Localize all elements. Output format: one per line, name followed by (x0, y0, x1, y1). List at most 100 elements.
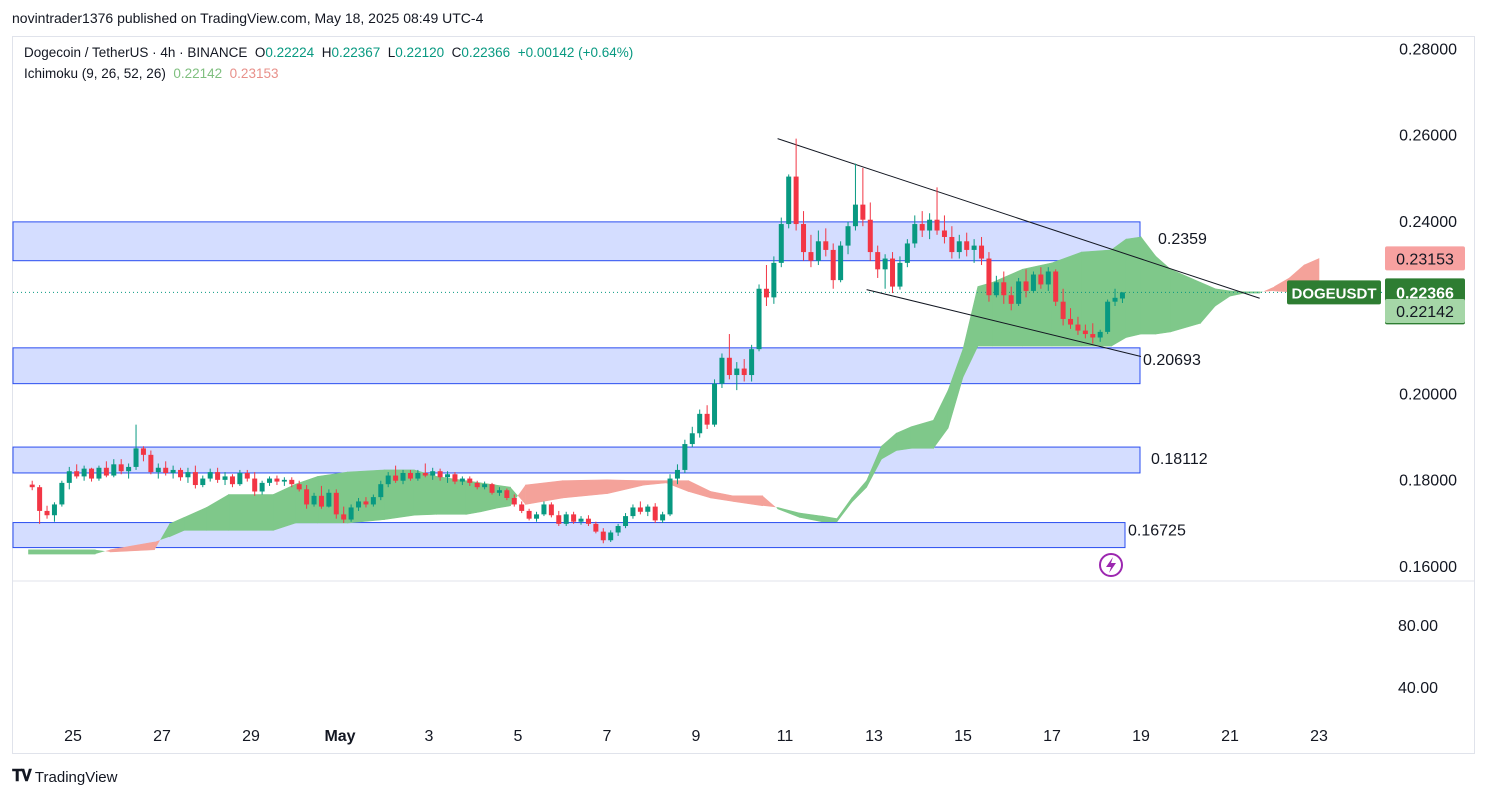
candle-body (719, 357, 725, 384)
candle-body (979, 245, 985, 259)
ichimoku-cloud-bear-segment (688, 480, 712, 499)
candle-body (682, 444, 688, 470)
candle-body (459, 478, 465, 482)
y-axis-tick-label: 0.16000 (1399, 559, 1457, 576)
candle[interactable] (623, 513, 629, 529)
candle-body (956, 241, 962, 253)
candle[interactable] (333, 489, 339, 519)
candle[interactable] (689, 426, 695, 448)
support-resistance-zone[interactable] (12, 221, 1141, 262)
candle[interactable] (534, 511, 540, 522)
candle-body (178, 469, 184, 478)
candle[interactable] (637, 501, 643, 515)
candle[interactable] (712, 379, 718, 427)
candle[interactable] (252, 472, 258, 496)
candle[interactable] (267, 476, 273, 486)
open-label: O (254, 45, 266, 60)
candle[interactable] (259, 480, 265, 495)
candle-body (511, 497, 517, 505)
candle[interactable] (697, 409, 703, 438)
candle-body (548, 504, 554, 516)
candle[interactable] (838, 241, 844, 283)
candle[interactable] (645, 504, 651, 517)
support-resistance-zone[interactable] (12, 446, 1141, 474)
candle[interactable] (222, 472, 228, 486)
candle-body (623, 516, 629, 527)
sub-pane-tick-label: 40.00 (1398, 680, 1438, 697)
candle[interactable] (1105, 299, 1111, 335)
candle[interactable] (704, 405, 710, 429)
candle-body (185, 472, 191, 478)
candle-body (326, 492, 332, 507)
candle[interactable] (660, 511, 666, 523)
candle[interactable] (89, 467, 95, 482)
symbol-legend[interactable]: Dogecoin / TetherUS · 4h · BINANCE O0.22… (24, 45, 633, 60)
candle[interactable] (667, 474, 673, 517)
candle[interactable] (793, 138, 799, 231)
candle[interactable] (519, 501, 525, 514)
candle[interactable] (897, 256, 903, 290)
candle[interactable] (274, 475, 280, 486)
ichimoku-cloud-bull-segment (272, 483, 296, 531)
candle-body (778, 224, 784, 263)
candle[interactable] (867, 202, 873, 261)
candle[interactable] (852, 163, 858, 231)
candle[interactable] (1053, 269, 1059, 307)
candle[interactable] (786, 174, 792, 229)
candle-body (37, 487, 43, 511)
indicator-legend[interactable]: Ichimoku (9, 26, 52, 26) 0.22142 0.23153 (24, 66, 278, 81)
candle[interactable] (756, 284, 762, 352)
footer-brand[interactable]: 𝐓𝐕 TradingView (12, 768, 117, 786)
candle[interactable] (44, 505, 50, 519)
candle[interactable] (763, 265, 769, 307)
candle[interactable] (229, 474, 235, 488)
candle-body (630, 507, 636, 517)
candle-body (949, 236, 955, 253)
candle[interactable] (830, 243, 836, 289)
span-a-badge-value: 0.22142 (1396, 304, 1454, 321)
candle[interactable] (993, 275, 999, 298)
candle[interactable] (1016, 277, 1022, 307)
candle-body (155, 467, 161, 473)
candle[interactable] (541, 501, 547, 517)
candle[interactable] (556, 510, 562, 527)
candle[interactable] (59, 480, 65, 507)
candle-body (993, 282, 999, 296)
candle-body (407, 472, 413, 479)
candle-body (704, 413, 710, 425)
candle[interactable] (281, 477, 287, 486)
chart-canvas[interactable]: 0.2359 0.20693 0.18112 0.16725 0.28000 0.260… (0, 0, 1488, 799)
candle[interactable] (771, 256, 777, 304)
flash-icon[interactable] (1099, 553, 1123, 577)
candle[interactable] (548, 502, 554, 518)
candle[interactable] (571, 511, 577, 524)
candle[interactable] (526, 508, 532, 521)
candle[interactable] (37, 485, 43, 524)
candle[interactable] (1030, 271, 1036, 294)
ichimoku-cloud-bear-segment (562, 479, 608, 499)
candle-body (882, 258, 888, 270)
candle[interactable] (630, 504, 636, 519)
candle-body (971, 245, 977, 250)
y-axis-tick-label: 0.24000 (1399, 214, 1457, 231)
candle[interactable] (200, 475, 206, 488)
candle[interactable] (778, 217, 784, 268)
candle[interactable] (51, 502, 57, 522)
candle[interactable] (652, 503, 658, 523)
footer-brand-label: TradingView (34, 768, 118, 786)
ichimoku-cloud-bull-segment (910, 419, 934, 449)
candle-body (363, 501, 369, 505)
candle[interactable] (682, 439, 688, 473)
candle[interactable] (719, 353, 725, 388)
candle-body (1090, 334, 1096, 338)
candle[interactable] (934, 187, 940, 235)
candle-body (170, 469, 176, 473)
x-axis-tick-label: 21 (1221, 728, 1239, 745)
candle[interactable] (986, 252, 992, 302)
candle[interactable] (96, 465, 102, 481)
candle[interactable] (882, 254, 888, 289)
candle[interactable] (860, 167, 866, 227)
candle[interactable] (29, 480, 35, 491)
candle[interactable] (489, 482, 495, 495)
candle[interactable] (912, 215, 918, 248)
